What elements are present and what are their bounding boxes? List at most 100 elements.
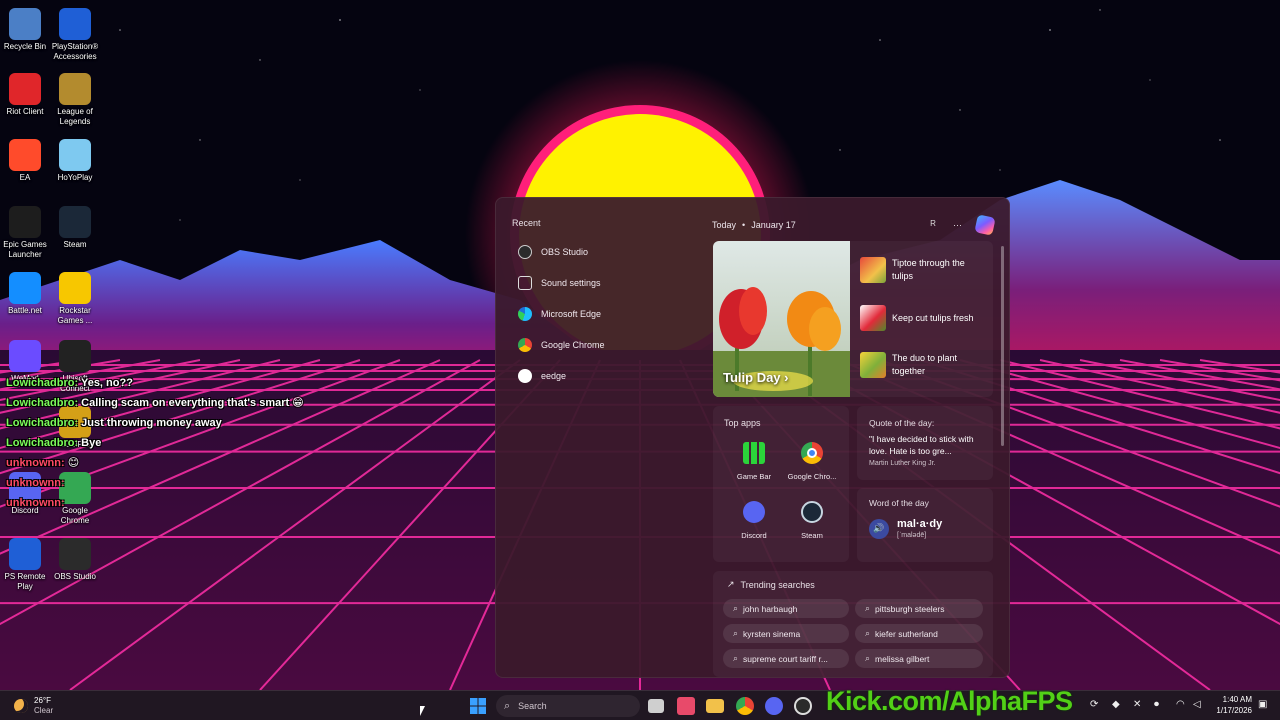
trending-searches-card: ↗ Trending searches ⌕ john harbaugh ⌕ pitts… [713,571,993,677]
chat-text: Calling scam on everything that's smart … [81,397,304,409]
chat-text: Yes, no?? [80,377,133,389]
steam-icon [801,501,823,523]
taskbar-search-box[interactable]: ⌕ Search [496,695,640,717]
wifi-icon[interactable]: ◠ [1176,699,1185,710]
desktop-icon-label: Battle.net [8,306,42,315]
panel-scrollbar[interactable] [1001,246,1004,446]
recent-item[interactable]: eedge [518,360,692,391]
desktop-icon-label: HoYoPlay [57,173,93,182]
recycle-bin-icon [9,8,41,40]
search-icon: ⌕ [733,653,739,663]
desktop-icon[interactable]: Rockstar Games ... [50,272,100,326]
speaker-icon [518,275,532,290]
word-title: Word of the day [869,498,929,508]
task-view-icon[interactable] [648,699,664,713]
account-avatar[interactable]: R [927,219,939,231]
desktop-icon[interactable]: PlayStation® Accessories [50,8,100,62]
weather-widget[interactable]: 26°F Clear [14,696,53,716]
steam-icon [59,206,91,238]
chrome-icon[interactable] [736,697,754,715]
story-item[interactable]: Keep cut tulips fresh [860,305,988,331]
desktop-icon[interactable]: Steam [50,206,100,250]
desktop-icon[interactable]: PS Remote Play [0,538,50,592]
desktop-icon[interactable]: HoYoPlay [50,139,100,183]
chrome-icon [518,337,532,352]
recent-item[interactable]: Google Chrome [518,329,692,360]
moon-icon [14,699,28,713]
trending-chip[interactable]: ⌕ pittsburgh steelers [855,599,983,618]
obs-icon[interactable] [794,697,812,715]
desktop-icon[interactable]: Epic Games Launcher [0,206,50,260]
tray-icon[interactable]: ⟳ [1090,699,1098,710]
recent-item-label: Sound settings [541,277,601,288]
trending-chip[interactable]: ⌕ john harbaugh [723,599,849,618]
quote-of-the-day-card[interactable]: Quote of the day: "I have decided to sti… [857,406,993,480]
clock-time: 1:40 AM [1222,695,1252,704]
league-of-legends-icon [59,73,91,105]
recent-item[interactable]: Sound settings [518,267,692,298]
desktop-icon-label: Rockstar Games ... [57,306,93,325]
word-of-the-day-card[interactable]: Word of the day 🔊 mal·a·dy [ˈmalədē] [857,488,993,562]
volume-icon[interactable]: ◁ [1193,699,1201,710]
recent-item[interactable]: OBS Studio [518,236,692,267]
mouse-cursor-icon [420,706,425,716]
today-label: Today [712,220,737,230]
app-tile-steam[interactable]: Steam [782,501,842,540]
microphone-icon[interactable]: ⏺ [1154,699,1159,710]
recent-item-label: eedge [541,370,567,381]
desktop-icon-label: EA [19,173,31,182]
trending-chip-label: supreme court tariff r... [743,653,828,664]
chat-text: Just throwing money away [81,417,222,429]
edge-icon [518,306,532,321]
desktop-icon[interactable]: Riot Client [0,73,50,117]
search-icon: ⌕ [733,603,739,613]
trending-chip[interactable]: ⌕ kiefer sutherland [855,624,983,643]
story-item[interactable]: The duo to plant together [860,352,988,378]
desktop-icon[interactable]: Battle.net [0,272,50,316]
tray-icon[interactable]: ✕ [1133,699,1141,710]
desktop-icon-label: Riot Client [6,107,44,116]
windows-icon [470,698,486,714]
discord-icon[interactable] [765,697,783,715]
trending-icon: ↗ [727,579,735,589]
chat-message: unknownn: [6,476,326,496]
recent-list: OBS Studio Sound settings Microsoft Edge Go… [512,236,692,391]
ea-icon [9,139,41,171]
desktop-icon[interactable]: Recycle Bin [0,8,50,52]
file-explorer-icon[interactable] [706,699,724,713]
trending-chip[interactable]: ⌕ supreme court tariff r... [723,649,849,668]
tray-icon[interactable]: ◆ [1112,699,1120,710]
stream-chat-overlay: Lowichadbro: Yes, no?? Lowichadbro: Calli… [6,376,326,516]
feature-title: Tulip Day › [723,370,789,385]
app-tile-game-bar[interactable]: Game Bar [724,442,784,481]
clock[interactable]: 1:40 AM 1/17/2026 [1212,694,1252,716]
notification-bell-icon[interactable]: ▣ [1258,699,1267,710]
desktop-icon-label: Epic Games Launcher [3,240,47,259]
story-item[interactable]: Tiptoe through the tulips [860,257,988,283]
discord-icon [743,501,765,523]
search-placeholder: Search [518,701,547,711]
ubisoft-icon [59,340,91,372]
more-options-button[interactable]: ··· [953,220,962,230]
recent-item[interactable]: Microsoft Edge [518,298,692,329]
chrome-icon [801,442,823,464]
trending-chip[interactable]: ⌕ kyrsten sinema [723,624,849,643]
app-tile-chrome[interactable]: Google Chro... [782,442,842,481]
trending-chip[interactable]: ⌕ melissa gilbert [855,649,983,668]
top-apps-card: Top apps Game Bar Google Chro... Discord… [713,406,849,562]
search-icon [518,368,532,383]
desktop-icon[interactable]: EA [0,139,50,183]
tulip-day-card[interactable]: Tulip Day › Tiptoe through the tulips Ke… [713,241,993,397]
chat-username: unknownn: [6,477,65,489]
word-text: mal·a·dy [897,518,943,530]
speaker-icon[interactable]: 🔊 [869,518,889,539]
trending-chip-label: john harbaugh [743,603,798,614]
start-button[interactable] [469,697,487,715]
app-tile-discord[interactable]: Discord [724,501,784,540]
copilot-icon[interactable] [974,214,996,236]
microsoft-store-icon[interactable] [677,697,695,715]
desktop-icon[interactable]: OBS Studio [50,538,100,582]
chat-text: 😊 [67,457,80,469]
battlenet-icon [9,272,41,304]
desktop-icon[interactable]: League of Legends [50,73,100,127]
